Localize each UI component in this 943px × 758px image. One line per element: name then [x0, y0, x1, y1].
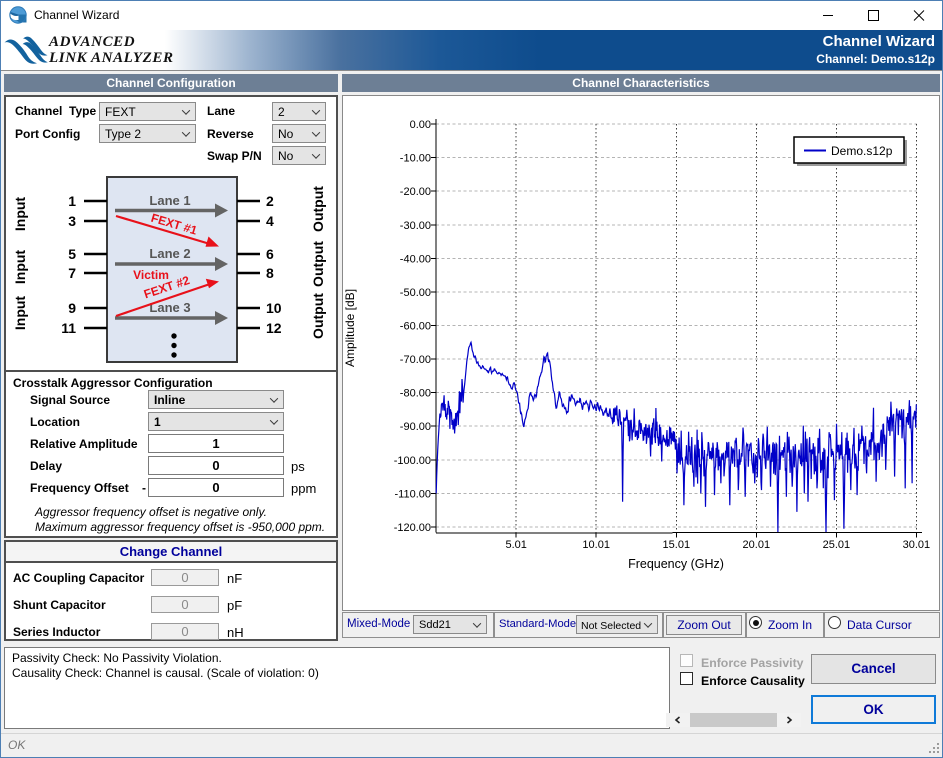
- svg-text:0.00: 0.00: [410, 119, 431, 131]
- svg-text:5: 5: [68, 246, 76, 262]
- svg-text:6: 6: [266, 246, 274, 262]
- svg-text:Lane 2: Lane 2: [149, 246, 190, 261]
- svg-text:2: 2: [266, 193, 274, 209]
- svg-text:12: 12: [266, 320, 282, 336]
- svg-text:Input: Input: [12, 250, 28, 285]
- svg-text:25.01: 25.01: [823, 539, 851, 551]
- svg-text:Frequency (GHz): Frequency (GHz): [628, 557, 724, 571]
- svg-text:9: 9: [68, 300, 76, 316]
- svg-text:-80.00: -80.00: [400, 388, 431, 400]
- svg-text:5.01: 5.01: [505, 539, 526, 551]
- svg-text:1: 1: [68, 193, 76, 209]
- svg-text:-120.00: -120.00: [394, 522, 431, 534]
- svg-text:7: 7: [68, 265, 76, 281]
- svg-text:-60.00: -60.00: [400, 321, 431, 333]
- svg-text:11: 11: [61, 320, 76, 336]
- svg-text:-10.00: -10.00: [400, 153, 431, 165]
- svg-text:15.01: 15.01: [663, 539, 691, 551]
- svg-text:4: 4: [266, 213, 274, 229]
- svg-text:Demo.s12p: Demo.s12p: [831, 144, 893, 158]
- svg-text:Amplitude [dB]: Amplitude [dB]: [343, 289, 357, 367]
- svg-text:20.01: 20.01: [743, 539, 771, 551]
- svg-text:Input: Input: [12, 296, 28, 331]
- svg-text:30.01: 30.01: [903, 539, 931, 551]
- svg-text:-110.00: -110.00: [395, 488, 432, 500]
- svg-text:10.01: 10.01: [582, 539, 610, 551]
- svg-text:Lane 1: Lane 1: [149, 193, 190, 208]
- svg-text:Output: Output: [310, 241, 326, 287]
- svg-text:10: 10: [266, 300, 282, 316]
- svg-text:-20.00: -20.00: [400, 186, 431, 198]
- svg-text:-100.00: -100.00: [394, 455, 431, 467]
- svg-text:8: 8: [266, 265, 274, 281]
- svg-text:-30.00: -30.00: [400, 220, 431, 232]
- svg-text:-40.00: -40.00: [400, 253, 431, 265]
- svg-text:Output: Output: [310, 186, 326, 232]
- svg-text:Input: Input: [12, 197, 28, 232]
- svg-text:Output: Output: [310, 293, 326, 339]
- svg-text:-70.00: -70.00: [400, 354, 431, 366]
- svg-text:-50.00: -50.00: [400, 287, 431, 299]
- svg-text:3: 3: [68, 213, 76, 229]
- svg-text:-90.00: -90.00: [400, 421, 431, 433]
